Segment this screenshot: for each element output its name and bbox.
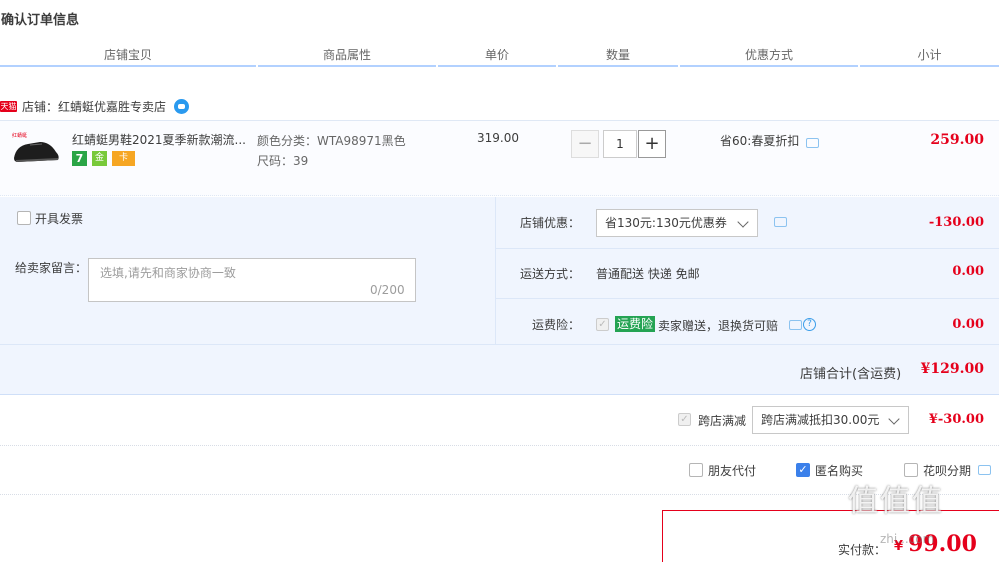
col-header-attributes: 商品属性: [258, 47, 436, 67]
col-header-subtotal: 小计: [860, 47, 999, 67]
card-payment-icon: 卡: [112, 151, 135, 166]
item-subtotal: 259.00: [930, 132, 984, 148]
message-icon[interactable]: [774, 217, 787, 227]
friend-pay-label: 朋友代付: [708, 464, 757, 478]
cross-shop-amount: ¥-30.00: [928, 412, 984, 427]
insurance-tag: 运费险: [615, 316, 656, 332]
cross-shop-checkbox: ✓: [678, 413, 691, 426]
svg-text:红蜻蜓: 红蜻蜓: [12, 132, 27, 139]
insurance-label: 运费险：: [532, 318, 581, 332]
shop-discount-label: 店铺优惠：: [520, 216, 581, 230]
quantity-decrease-button[interactable]: −: [571, 130, 599, 158]
shop-row: 天猫 店铺：红蜻蜓优嘉胜专卖店: [0, 96, 190, 116]
friend-pay-checkbox[interactable]: [689, 463, 703, 477]
tmall-icon: 天猫: [0, 100, 17, 112]
shop-total-amount: ¥129.00: [920, 361, 984, 377]
remark-char-count: 0/200: [370, 283, 405, 297]
invoice-label: 开具发票: [35, 212, 84, 226]
watermark-sub: zhi...com: [880, 532, 935, 546]
message-icon[interactable]: [978, 465, 991, 475]
chevron-down-icon: [888, 413, 900, 425]
shop-name[interactable]: 店铺：红蜻蜓优嘉胜专卖店: [22, 98, 166, 115]
col-header-quantity: 数量: [558, 47, 678, 67]
promotion-text: 省60:春夏折扣: [720, 134, 800, 148]
seven-day-return-icon: 7: [72, 151, 87, 166]
cross-shop-value: 跨店满减抵扣30.00元: [761, 413, 880, 427]
shop-discount-amount: -130.00: [928, 215, 984, 230]
insurance-checkbox: ✓: [596, 318, 609, 331]
watermark: 值值值: [848, 484, 944, 519]
unit-price: 319.00: [477, 131, 519, 145]
panel-divider: [496, 298, 999, 299]
panel-divider: [495, 197, 496, 344]
attr-color: 颜色分类：WTA98971黑色: [257, 134, 406, 148]
shop-total-label: 店铺合计(含运费): [800, 367, 902, 382]
anonymous-purchase-checkbox[interactable]: ✓: [796, 463, 810, 477]
product-title[interactable]: 红蜻蜓男鞋2021夏季新款潮流...: [72, 131, 247, 148]
insurance-description: 卖家赠送，退换货可赔: [658, 319, 779, 333]
payment-label: 实付款：: [838, 543, 887, 557]
chevron-down-icon: [737, 216, 749, 228]
col-header-promotion: 优惠方式: [680, 47, 858, 67]
message-icon[interactable]: [806, 138, 819, 148]
divider: [0, 445, 999, 446]
remark-placeholder: 选填,请先和商家协商一致: [100, 266, 236, 280]
attr-size: 尺码：39: [257, 154, 309, 168]
col-header-item: 店铺宝贝: [0, 47, 256, 67]
gold-guarantee-icon: 金: [92, 151, 107, 166]
insurance-amount: 0.00: [952, 317, 984, 332]
shop-discount-select[interactable]: 省130元:130元优惠券: [596, 209, 758, 237]
cross-shop-select[interactable]: 跨店满减抵扣30.00元: [752, 406, 909, 434]
quantity-input[interactable]: [603, 130, 637, 158]
shipping-label: 运送方式：: [520, 267, 581, 281]
huabei-installment-checkbox[interactable]: [904, 463, 918, 477]
quantity-increase-button[interactable]: +: [638, 130, 666, 158]
invoice-checkbox[interactable]: [17, 211, 31, 225]
shop-discount-value: 省130元:130元优惠券: [605, 216, 727, 230]
shipping-value: 普通配送 快递 免邮: [596, 267, 700, 281]
panel-divider: [496, 248, 999, 249]
wangwang-chat-icon[interactable]: [174, 98, 190, 114]
col-header-price: 单价: [438, 47, 556, 67]
page-title: 确认订单信息: [1, 13, 80, 28]
message-icon[interactable]: [789, 320, 802, 330]
product-thumbnail[interactable]: 红蜻蜓: [10, 128, 62, 168]
shipping-amount: 0.00: [952, 264, 984, 279]
panel-divider: [0, 344, 999, 345]
cross-shop-label: 跨店满减: [698, 414, 747, 428]
help-icon[interactable]: ?: [803, 318, 816, 331]
remark-label: 给卖家留言：: [15, 261, 88, 275]
